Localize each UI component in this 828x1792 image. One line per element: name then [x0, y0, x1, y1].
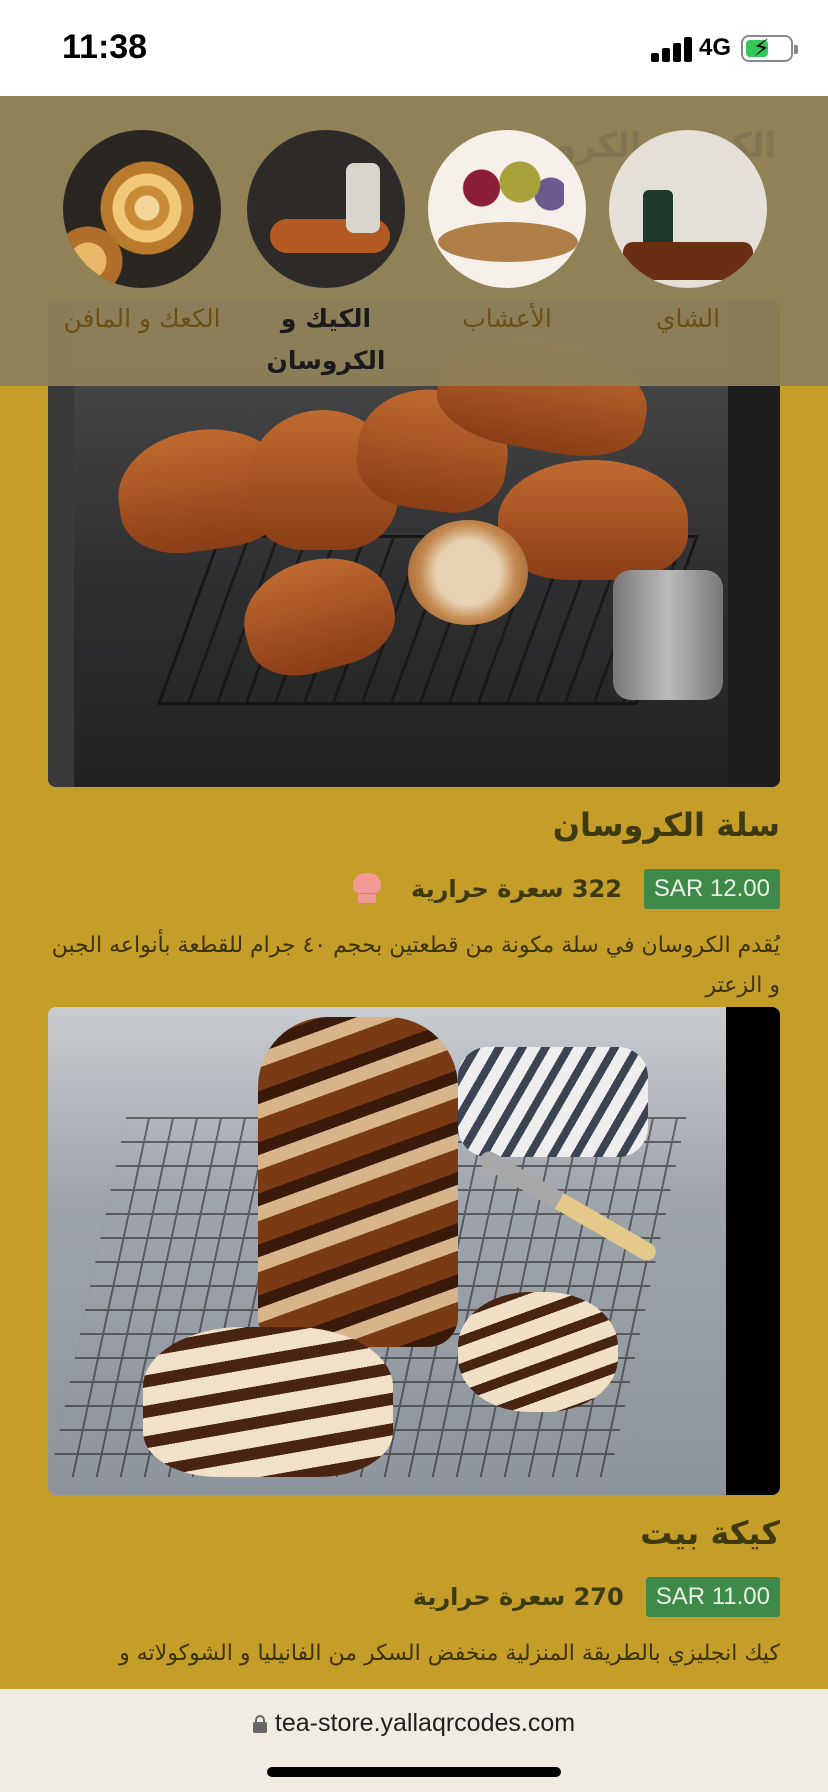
product-meta: SAR 11.00 270 سعرة حرارية: [413, 1576, 780, 1618]
signal-icon: [651, 36, 693, 62]
chef-hat-icon: [353, 873, 382, 905]
price-badge: SAR 11.00: [645, 1577, 780, 1617]
browser-bottom-bar: tea-store.yallaqrcodes.com: [0, 1689, 828, 1792]
lock-icon: [252, 1715, 267, 1733]
herbs-image[interactable]: [428, 130, 586, 288]
product-title: سلة الكروسان: [552, 806, 780, 844]
product-description: يُقدم الكروسان في سلة مكونة من قطعتين بح…: [51, 933, 780, 998]
cake-croissant-image[interactable]: [247, 130, 405, 288]
calories-text: 270 سعرة حرارية: [412, 1583, 624, 1611]
category-label: الكعك و المافن: [63, 304, 221, 333]
status-time: 11:38: [62, 28, 148, 66]
status-bar: 11:38 4G ⚡: [0, 0, 828, 96]
cookies-muffins-image[interactable]: [63, 130, 221, 288]
address-bar[interactable]: tea-store.yallaqrcodes.com: [0, 1709, 828, 1738]
category-cookies-muffins[interactable]: الكعك و المافن: [52, 130, 232, 340]
product-meta: SAR 12.00 322 سعرة حرارية: [353, 868, 780, 910]
calories-text: 322 سعرة حرارية: [411, 875, 622, 903]
category-label: الشاي: [655, 304, 721, 333]
battery-icon: ⚡: [741, 34, 798, 62]
product-title: كيكة بيت: [640, 1514, 780, 1552]
url-text: tea-store.yallaqrcodes.com: [274, 1709, 576, 1737]
home-indicator[interactable]: [267, 1767, 561, 1777]
babka-cake-image[interactable]: [48, 1007, 780, 1495]
network-type: 4G: [699, 34, 732, 61]
category-header: الكيك و الكروسان الشاي الأعشاب الكيك و ا…: [0, 96, 828, 386]
category-label: الأعشاب: [462, 304, 552, 333]
category-label: الكيك و الكروسان: [266, 304, 386, 375]
tea-image[interactable]: [609, 130, 767, 288]
category-tea[interactable]: الشاي: [598, 130, 778, 340]
category-herbs[interactable]: الأعشاب: [417, 130, 597, 340]
price-badge: SAR 12.00: [643, 869, 780, 909]
product-description: كيك انجليزي بالطريقة المنزلية منخفض السك…: [119, 1641, 780, 1666]
category-cake-croissant[interactable]: الكيك و الكروسان: [236, 130, 416, 382]
